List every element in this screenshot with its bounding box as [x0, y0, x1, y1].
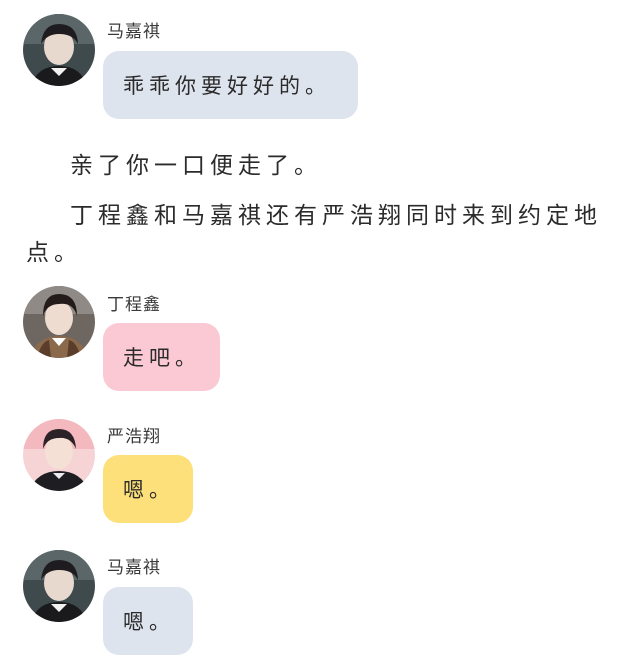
speaker-name: 马嘉祺 [107, 22, 161, 42]
message-bubble: 嗯。 [103, 587, 193, 655]
person-avatar-icon [23, 286, 95, 358]
message-bubble: 嗯。 [103, 455, 193, 523]
speaker-name: 严浩翔 [107, 427, 161, 447]
speaker-name: 马嘉祺 [107, 558, 161, 578]
avatar-ding-chengxin[interactable] [23, 286, 95, 358]
avatar-yan-haoxiang[interactable] [23, 419, 95, 491]
narration-line: 亲了你一口便走了。 [70, 153, 322, 179]
narration-line: 点。 [26, 240, 82, 266]
narration-line: 丁程鑫和马嘉祺还有严浩翔同时来到约定地 [70, 203, 602, 229]
message-bubble: 乖乖你要好好的。 [103, 51, 358, 119]
person-avatar-icon [23, 14, 95, 86]
person-avatar-icon [23, 419, 95, 491]
avatar-ma-jiaqi-2[interactable] [23, 550, 95, 622]
message-bubble: 走吧。 [103, 323, 220, 391]
person-avatar-icon [23, 550, 95, 622]
avatar-ma-jiaqi-1[interactable] [23, 14, 95, 86]
speaker-name: 丁程鑫 [107, 295, 161, 315]
